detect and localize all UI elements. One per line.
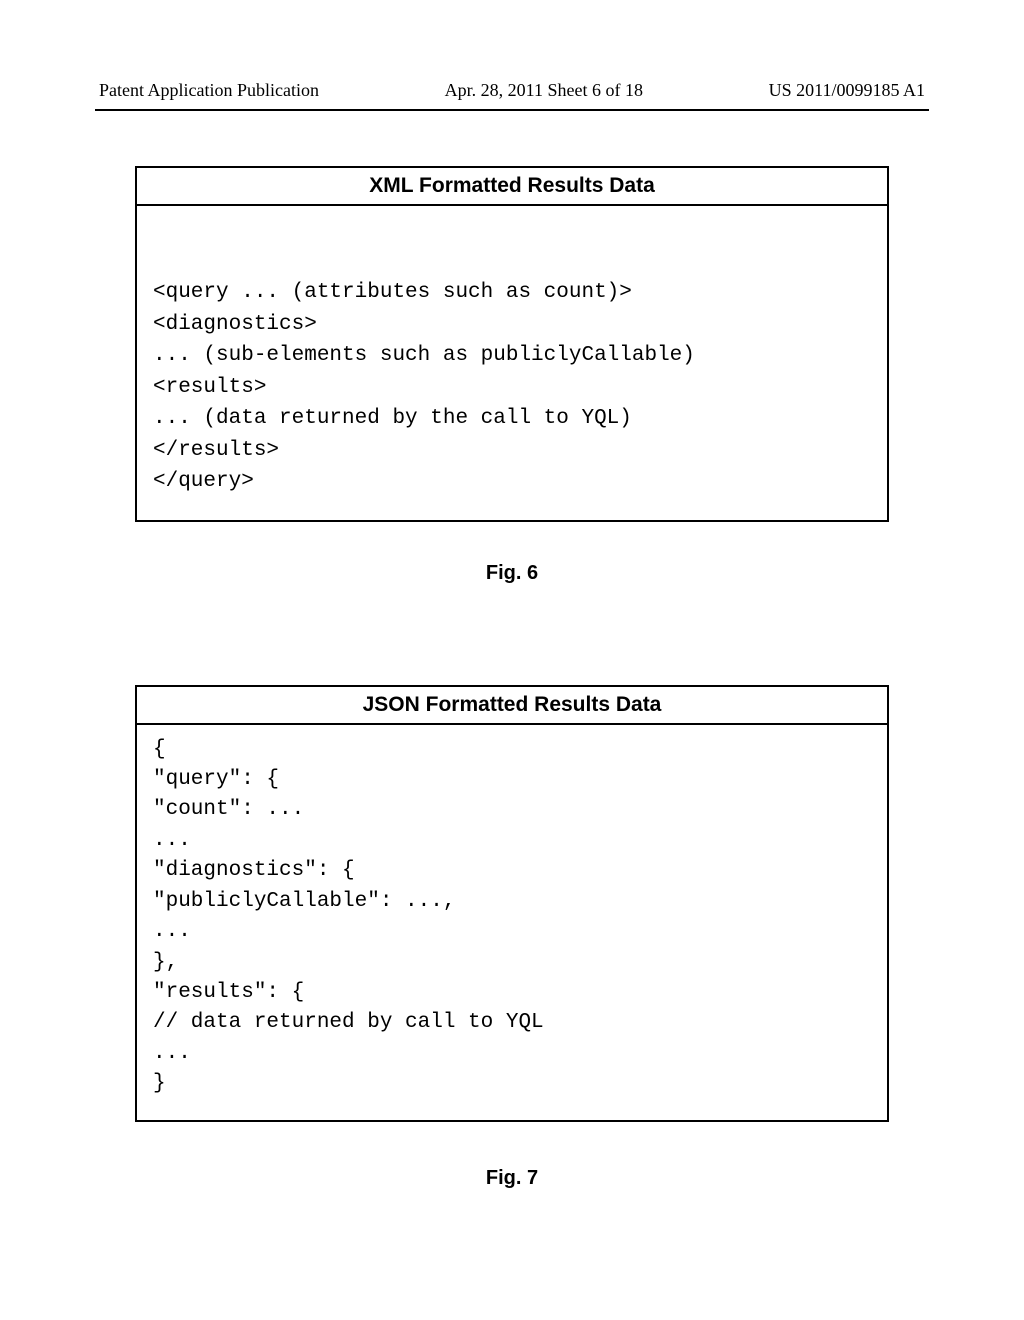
- json-results-box: JSON Formatted Results Data { "query": {…: [135, 685, 889, 1122]
- header-center: Apr. 28, 2011 Sheet 6 of 18: [445, 80, 643, 101]
- xml-box-body: <query ... (attributes such as count)> <…: [137, 206, 887, 520]
- json-box-title: JSON Formatted Results Data: [137, 687, 887, 725]
- figure-6-block: XML Formatted Results Data <query ... (a…: [135, 166, 889, 585]
- xml-box-title: XML Formatted Results Data: [137, 168, 887, 206]
- figure-7-block: JSON Formatted Results Data { "query": {…: [135, 685, 889, 1190]
- figure-6-caption: Fig. 6: [135, 562, 889, 585]
- json-box-body: { "query": { "count": ... ... "diagnosti…: [137, 725, 887, 1120]
- header-right: US 2011/0099185 A1: [769, 80, 925, 101]
- xml-results-box: XML Formatted Results Data <query ... (a…: [135, 166, 889, 522]
- page-header: Patent Application Publication Apr. 28, …: [95, 80, 929, 101]
- header-rule: [95, 109, 929, 111]
- header-left: Patent Application Publication: [99, 80, 319, 101]
- figure-7-caption: Fig. 7: [135, 1167, 889, 1190]
